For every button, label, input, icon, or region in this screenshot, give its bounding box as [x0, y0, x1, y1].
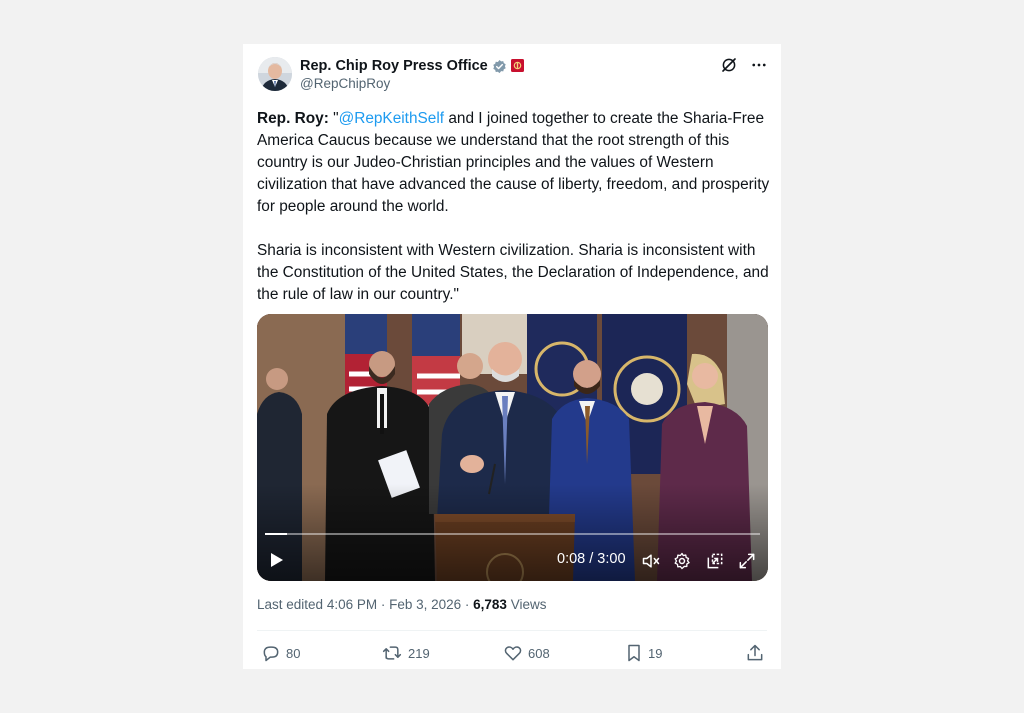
settings-gear-icon[interactable] [672, 551, 692, 571]
divider [257, 630, 767, 631]
edited-prefix: Last edited [257, 597, 327, 612]
share-button[interactable] [745, 642, 765, 664]
speaker-label: Rep. Roy: [257, 110, 329, 127]
more-dots-icon[interactable] [750, 56, 768, 79]
tweet-date[interactable]: Feb 3, 2026 [389, 597, 461, 612]
tweet-card: Rep. Chip Roy Press Office @RepChipRoy R… [243, 44, 781, 669]
video-time-display: 0:08 / 3:00 [557, 551, 626, 567]
play-icon[interactable] [269, 552, 285, 568]
avatar[interactable] [258, 57, 292, 91]
author-display-name[interactable]: Rep. Chip Roy Press Office [300, 58, 488, 74]
tweet-meta: Last edited 4:06 PM · Feb 3, 2026 · 6,78… [257, 597, 546, 612]
meta-separator-2: · [461, 597, 474, 612]
repost-button[interactable]: 219 [381, 642, 430, 664]
grok-slash-icon[interactable] [720, 56, 738, 79]
author-name-row: Rep. Chip Roy Press Office [300, 56, 526, 76]
pop-out-icon[interactable] [705, 551, 725, 571]
mention-link[interactable]: @RepKeithSelf [339, 110, 444, 127]
repost-count: 219 [408, 645, 430, 661]
reply-count: 80 [286, 645, 301, 661]
video-frame [257, 314, 768, 581]
tweet-time[interactable]: 4:06 PM [327, 597, 377, 612]
house-seal-badge-icon[interactable] [510, 58, 526, 74]
tweet-paragraph-1: Rep. Roy: "@RepKeithSelf and I joined to… [257, 108, 773, 218]
repost-icon [382, 646, 402, 660]
bookmark-count: 19 [648, 645, 663, 661]
video-player[interactable]: 0:08 / 3:00 [257, 314, 768, 581]
tweet-text: Rep. Roy: "@RepKeithSelf and I joined to… [257, 108, 773, 306]
heart-icon [504, 646, 522, 661]
video-progress-track[interactable] [265, 533, 760, 535]
share-upload-icon [747, 644, 763, 661]
video-progress-fill [265, 533, 287, 535]
fullscreen-expand-icon[interactable] [737, 551, 757, 571]
top-icons [720, 56, 768, 79]
profile-photo [258, 57, 292, 91]
muted-speaker-icon[interactable] [641, 551, 661, 571]
like-button[interactable]: 608 [503, 642, 550, 664]
bookmark-button[interactable]: 19 [625, 642, 662, 664]
open-quote: " [328, 110, 339, 127]
tweet-paragraph-2: Sharia is inconsistent with Western civi… [257, 242, 769, 303]
author-handle[interactable]: @RepChipRoy [300, 76, 390, 91]
bookmark-icon [628, 644, 640, 662]
reply-button[interactable]: 80 [261, 642, 300, 664]
gray-verified-check-icon[interactable] [492, 59, 507, 74]
views-label: Views [506, 597, 547, 612]
views-count: 6,783 [473, 597, 507, 612]
reply-icon [263, 646, 279, 662]
meta-separator: · [377, 597, 390, 612]
like-count: 608 [528, 645, 550, 661]
